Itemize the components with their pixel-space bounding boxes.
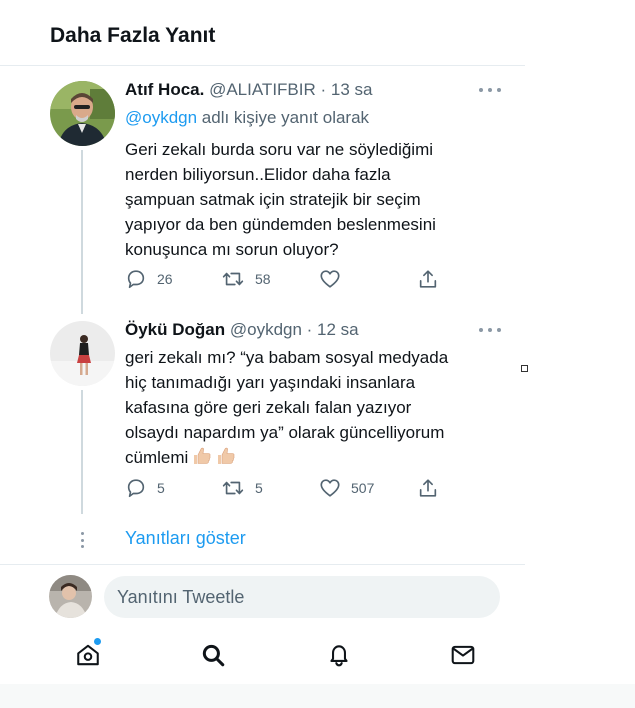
tweet-text-line: cümlemi (125, 448, 189, 467)
tweet-text-line: olsaydı napardım ya” olarak güncelliyoru… (125, 423, 445, 442)
retweet-button[interactable]: 5 (221, 477, 263, 499)
home-notification-dot (94, 638, 101, 645)
divider (0, 564, 525, 565)
retweet-icon (222, 481, 244, 495)
tweet-header: Atıf Hoca. @ALIATIFBIR · 13 sa (125, 80, 372, 100)
like-button[interactable]: 507 (319, 477, 374, 499)
search-icon[interactable] (200, 642, 226, 673)
reply-count: 26 (157, 271, 173, 287)
thread-line (81, 150, 83, 314)
reply-handle-link[interactable]: @oykdgn (125, 108, 197, 127)
author-handle-time[interactable]: @oykdgn · 12 sa (230, 320, 359, 339)
bottom-strip (0, 684, 635, 708)
retweet-count: 58 (255, 271, 271, 287)
tweet-text-line: şampuan satmak için stratejik bir seçim (125, 190, 421, 209)
more-replies-dots-icon (79, 532, 85, 548)
bottom-nav (0, 630, 525, 684)
resize-handle[interactable] (521, 365, 528, 372)
retweet-icon (222, 272, 244, 286)
author-name[interactable]: Öykü Doğan (125, 320, 225, 339)
reply-button[interactable]: 26 (125, 268, 173, 290)
tweet-actions: 26 58 (125, 268, 445, 292)
notifications-icon[interactable] (326, 642, 352, 673)
home-icon[interactable] (75, 642, 101, 673)
thumbs-up-emoji-icon (218, 447, 235, 464)
tweet-text: Geri zekalı burda soru var ne söylediğim… (125, 137, 495, 262)
thread-line (81, 390, 83, 514)
tweet-header: Öykü Doğan @oykdgn · 12 sa (125, 320, 359, 340)
tweet-text-line: yapıyor da ben gündemden beslenmesini (125, 215, 436, 234)
tweet-text-line-last: cümlemi (125, 445, 495, 470)
tweet-text-line: Geri zekalı burda soru var ne söylediğim… (125, 140, 434, 159)
page-title: Daha Fazla Yanıt (50, 24, 216, 47)
tweet-text-line: konuşunca mı sorun oluyor? (125, 240, 339, 259)
share-button[interactable] (417, 477, 439, 499)
avatar-oyku-dogan[interactable] (50, 321, 115, 386)
share-icon (419, 479, 437, 497)
author-name[interactable]: Atıf Hoca. (125, 80, 204, 99)
tweet-text-line: kafasına göre geri zekalı falan yazıyor (125, 398, 412, 417)
tweet-text-line: nerden biliyorsun..Elidor daha fazla (125, 165, 391, 184)
more-options-icon[interactable] (479, 325, 501, 335)
show-replies-link[interactable]: Yanıtları göster (125, 528, 246, 549)
reply-icon (127, 479, 145, 498)
reply-context-text: adlı kişiye yanıt olarak (197, 108, 370, 127)
reply-count: 5 (157, 480, 165, 496)
tweet-text-line: hiç tanımadığı yarı yaşındaki insanlara (125, 373, 416, 392)
more-options-icon[interactable] (479, 85, 501, 95)
reply-context: @oykdgn adlı kişiye yanıt olarak (125, 108, 369, 128)
tweet-actions: 5 5 507 (125, 477, 445, 501)
reply-button[interactable]: 5 (125, 477, 165, 499)
thumbs-up-emoji-icon (194, 447, 211, 464)
retweet-button[interactable]: 58 (221, 268, 271, 290)
avatar-atif-hoca[interactable] (50, 81, 115, 146)
share-button[interactable] (417, 268, 439, 290)
reply-input[interactable]: Yanıtını Tweetle (104, 576, 500, 618)
reply-icon (127, 270, 145, 289)
heart-icon (320, 270, 340, 288)
like-count: 507 (351, 480, 375, 496)
retweet-count: 5 (255, 480, 263, 496)
tweet-text: geri zekalı mı? “ya babam sosyal medyada… (125, 345, 495, 470)
tweet-text-line: geri zekalı mı? “ya babam sosyal medyada (125, 348, 449, 367)
heart-icon (320, 479, 340, 497)
page-header: Daha Fazla Yanıt (0, 0, 525, 66)
share-icon (419, 270, 437, 288)
author-handle-time[interactable]: @ALIATIFBIR · 13 sa (209, 80, 372, 99)
messages-icon[interactable] (450, 642, 476, 673)
current-user-avatar[interactable] (49, 575, 92, 618)
like-button[interactable] (319, 268, 351, 290)
